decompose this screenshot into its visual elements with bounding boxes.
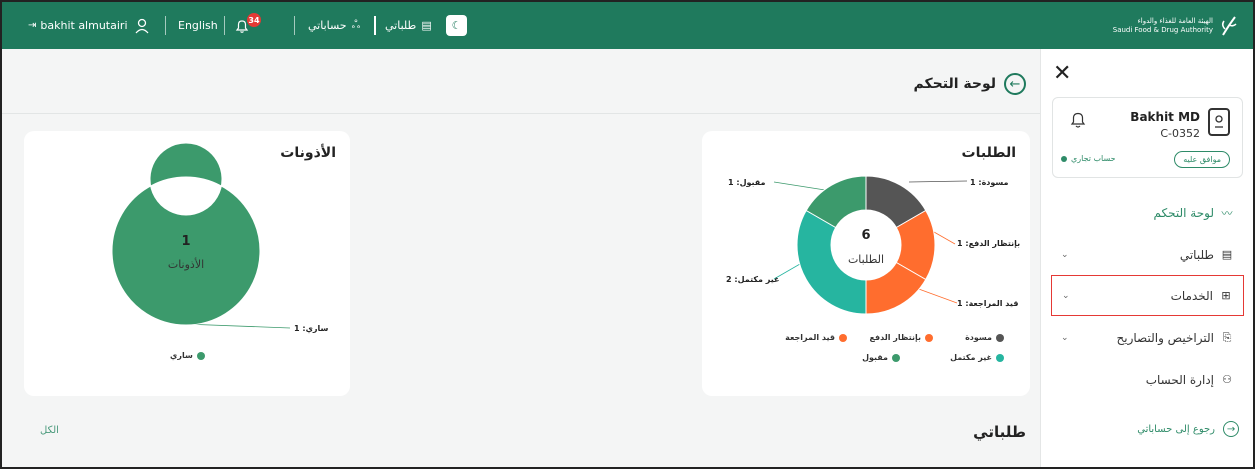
legend-label: بإنتظار الدفع	[869, 333, 921, 342]
callout-awaiting-payment: بإنتظار الدفع: 1	[957, 239, 1021, 248]
separator	[224, 16, 225, 35]
my-accounts-label: حساباتي	[308, 19, 347, 32]
my-accounts-link[interactable]: ஃ حساباتي	[308, 2, 360, 49]
notification-badge: 34	[247, 13, 261, 27]
legend-label: مقبول	[862, 353, 888, 362]
page-header: ← لوحة التحكم	[914, 73, 1026, 95]
sidebar-item-label: التراخيص والتصاريح	[1116, 330, 1214, 345]
legend-item[interactable]: مسودة	[965, 333, 1004, 342]
arrow-right-circle-icon: →	[1223, 421, 1239, 437]
profile-id: C-0352	[1160, 127, 1200, 140]
sfda-emblem-icon	[1221, 16, 1237, 36]
accounts-icon: ஃ	[351, 18, 361, 31]
moon-icon: ☾	[451, 19, 462, 32]
sidebar-item-label: لوحة التحكم	[1153, 205, 1215, 220]
legend-dot	[892, 353, 900, 362]
legend-dot	[925, 333, 933, 342]
id-card-icon	[1208, 108, 1230, 136]
sfda-logo[interactable]: الهيئة العامة للغذاء والدواء Saudi Food …	[1113, 12, 1239, 40]
legend-label: غير مكتمل	[950, 353, 992, 362]
top-bar: ⇥ bakhit almutairi English 34 ஃ حساباتي …	[2, 2, 1253, 49]
divider	[2, 113, 1044, 114]
legend-label: قيد المراجعة	[785, 333, 835, 342]
account-type: حساب تجاري	[1061, 154, 1116, 163]
separator	[165, 16, 166, 35]
status-badge: موافق عليه	[1174, 151, 1230, 168]
my-requests-label: طلباتي	[385, 19, 417, 32]
chart-line-icon: 〰	[1221, 206, 1233, 220]
profile-name: Bakhit MD	[1130, 110, 1200, 124]
sidebar-item-dashboard[interactable]: 〰 لوحة التحكم	[1051, 192, 1244, 233]
account-type-label: حساب تجاري	[1071, 154, 1116, 163]
permits-center-label: الأذونات	[168, 257, 204, 271]
sidebar-item-my-requests[interactable]: ▤ طلباتي ⌄	[1051, 234, 1244, 275]
profile-card: Bakhit MD C-0352 موافق عليه حساب تجاري	[1052, 97, 1243, 178]
my-requests-link[interactable]: ▤ طلباتي	[385, 2, 432, 49]
legend-dot	[839, 333, 847, 342]
logo-text-ar: الهيئة العامة للغذاء والدواء	[1137, 17, 1213, 25]
sidebar-item-label: إدارة الحساب	[1145, 372, 1214, 387]
legend-item[interactable]: غير مكتمل	[950, 353, 1004, 362]
requests-card: الطلبات 6 الطلبات مسودة: 1 بإنتظار الدفع…	[702, 131, 1030, 396]
separator	[374, 16, 376, 35]
back-to-accounts-link[interactable]: → رجوع إلى حساباتي	[1137, 421, 1239, 437]
page-title: لوحة التحكم	[913, 76, 996, 92]
user-icon: ⚇	[1222, 373, 1232, 386]
requests-total: 6	[861, 228, 870, 243]
bell-icon[interactable]	[1069, 110, 1087, 134]
back-arrow-icon[interactable]: ←	[1004, 73, 1026, 95]
callout-incomplete: غير مكتمل: 2	[726, 275, 780, 284]
notifications-button[interactable]	[234, 2, 250, 49]
legend-label: مسودة	[965, 333, 992, 342]
legend-item[interactable]: قيد المراجعة	[785, 333, 847, 342]
sidebar-item-services[interactable]: ⊞ الخدمات ⌄	[1051, 275, 1244, 316]
grid-icon: ⊞	[1221, 289, 1231, 302]
logout-icon[interactable]: ⇥	[28, 20, 36, 31]
sidebar-item-label: طلباتي	[1179, 247, 1214, 262]
requests-center-label: الطلبات	[848, 253, 884, 266]
callout-draft: مسودة: 1	[970, 178, 1009, 187]
legend-dot	[996, 353, 1004, 362]
legend-item[interactable]: ساري	[170, 351, 205, 360]
list-icon: ▤	[421, 19, 432, 32]
chevron-down-icon: ⌄	[1062, 290, 1070, 301]
back-to-accounts-label: رجوع إلى حساباتي	[1137, 423, 1215, 435]
chevron-down-icon: ⌄	[1061, 332, 1069, 343]
separator	[294, 16, 295, 35]
legend-item[interactable]: بإنتظار الدفع	[869, 333, 933, 342]
my-requests-heading: طلباتي	[973, 423, 1026, 441]
legend-dot	[996, 333, 1004, 342]
chevron-down-icon: ⌄	[1061, 249, 1069, 260]
app-frame: ⇥ bakhit almutairi English 34 ஃ حساباتي …	[0, 0, 1255, 469]
permits-total: 1	[181, 234, 190, 249]
callout-valid: ساري: 1	[294, 324, 329, 333]
user-icon	[135, 18, 148, 33]
list-icon: ▤	[1221, 248, 1233, 261]
sidebar-item-account-management[interactable]: ⚇ إدارة الحساب	[1051, 359, 1244, 400]
status-dot	[1061, 155, 1067, 162]
sidebar-item-licenses[interactable]: ⎘ التراخيص والتصاريح ⌄	[1051, 317, 1244, 358]
legend-dot	[196, 351, 205, 360]
language-switch[interactable]: English	[178, 2, 218, 49]
legend-item[interactable]: مقبول	[862, 353, 900, 362]
callout-accepted: مقبول: 1	[728, 178, 766, 187]
sidebar: ✕ Bakhit MD C-0352 موافق عليه حساب تجاري	[1040, 49, 1253, 467]
logo-text-en: Saudi Food & Drug Authority	[1112, 26, 1213, 34]
callout-under-review: قيد المراجعة: 1	[957, 299, 1019, 308]
dark-mode-toggle[interactable]: ☾	[446, 15, 467, 36]
legend-label: ساري	[170, 351, 193, 360]
license-icon: ⎘	[1222, 330, 1232, 344]
main-content: ← لوحة التحكم الطلبات 6 الطلبات مسودة: 1…	[2, 49, 1044, 467]
user-menu[interactable]: ⇥ bakhit almutairi	[28, 2, 150, 49]
user-name: bakhit almutairi	[40, 19, 128, 32]
permits-card: الأذونات 1 الأذونات ساري: 1 ساري	[24, 131, 350, 396]
view-all-link[interactable]: الكل	[40, 425, 59, 436]
sidebar-item-label: الخدمات	[1170, 288, 1213, 303]
close-icon[interactable]: ✕	[1053, 63, 1071, 85]
